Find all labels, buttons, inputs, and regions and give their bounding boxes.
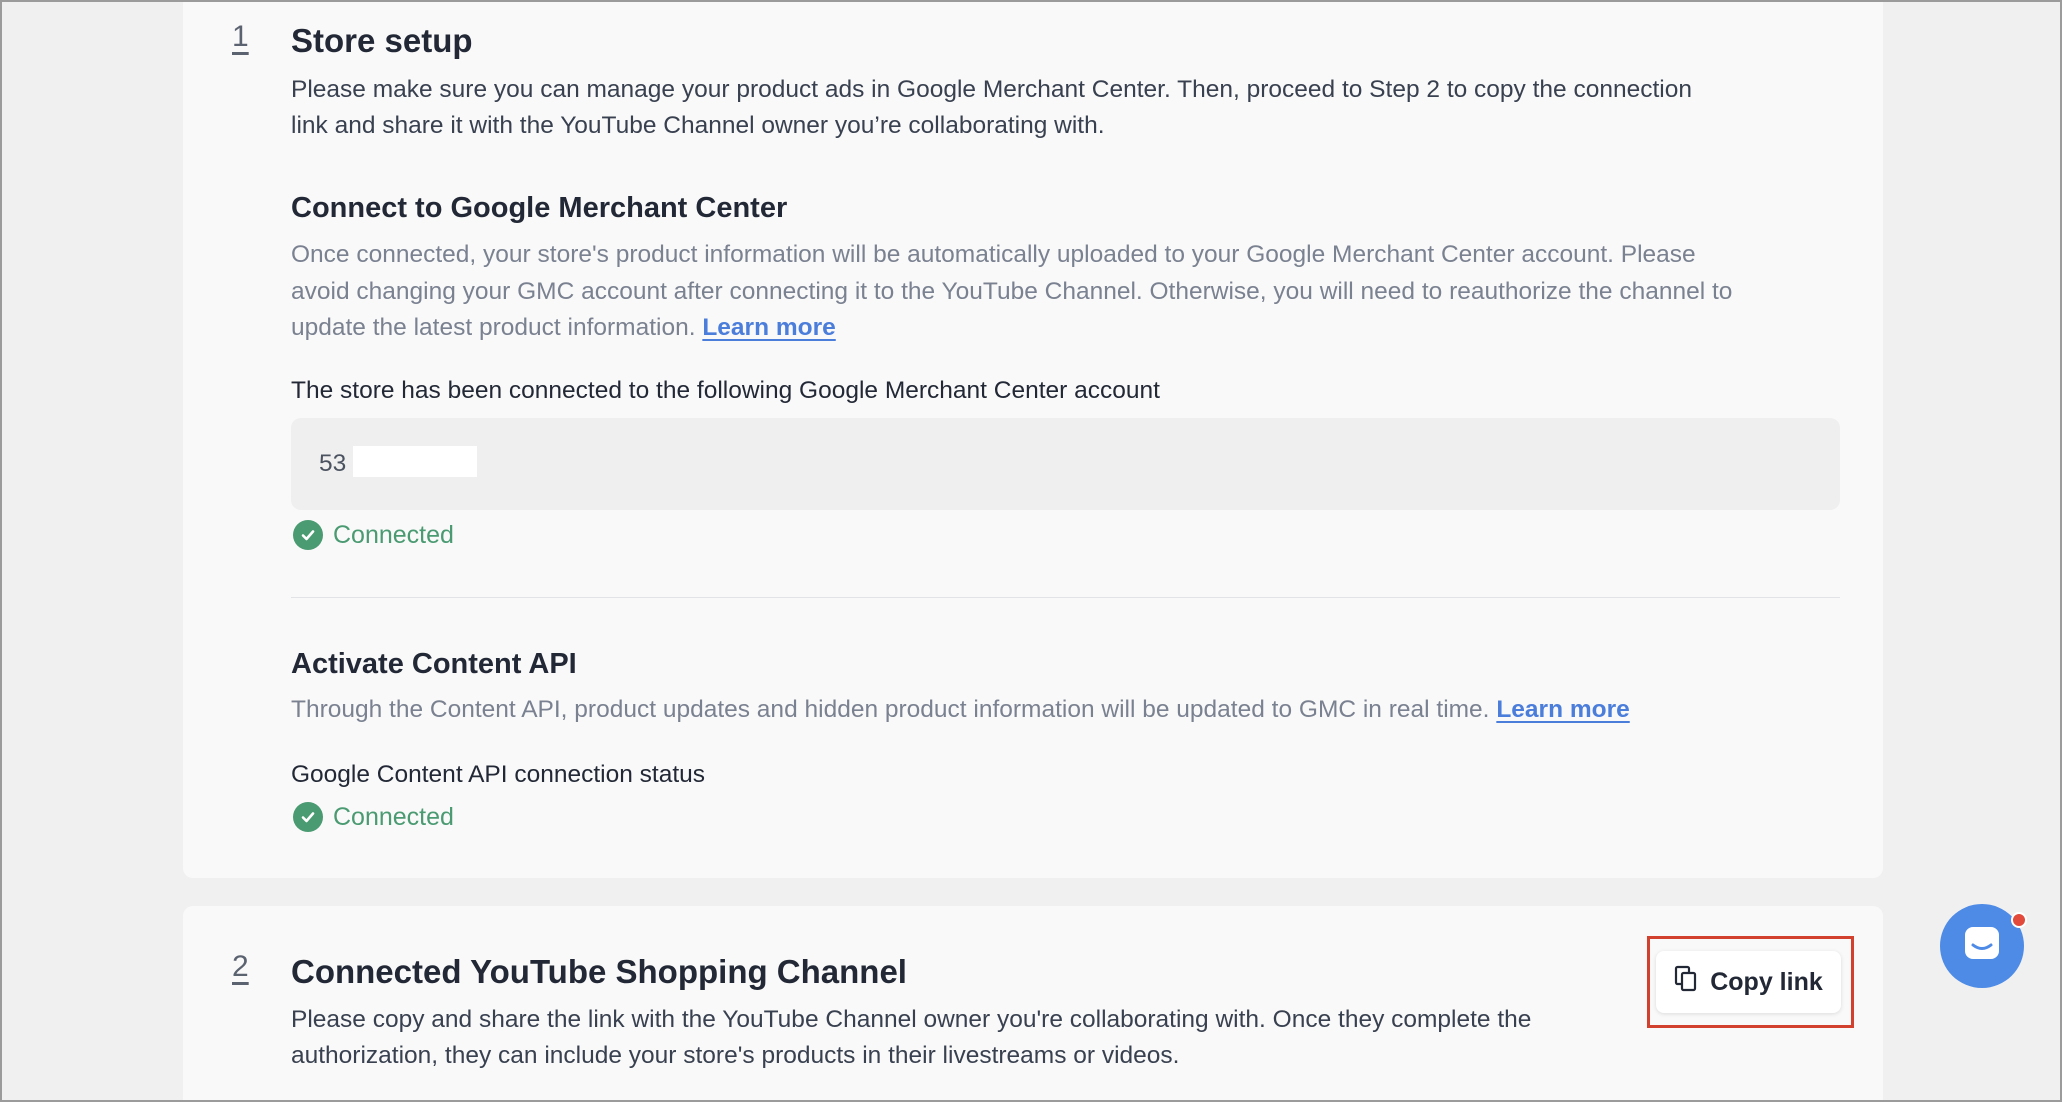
section-divider xyxy=(291,597,1840,598)
copy-link-label: Copy link xyxy=(1710,967,1823,996)
youtube-channel-description-line1: Please copy and share the link with the … xyxy=(291,1006,1532,1033)
gmc-connected-status: Connected xyxy=(293,520,454,550)
check-circle-icon xyxy=(293,802,323,832)
store-setup-description-line2: link and share it with the YouTube Chann… xyxy=(291,112,1105,139)
content-api-status-label: Google Content API connection status xyxy=(291,761,706,788)
gmc-description-line2: avoid changing your GMC account after co… xyxy=(291,278,1733,305)
content-api-description-text: Through the Content API, product updates… xyxy=(291,696,1490,723)
step-number-1: 1 xyxy=(232,20,249,53)
gmc-account-value: 53 xyxy=(319,450,347,477)
store-setup-title: Store setup xyxy=(291,22,473,59)
check-circle-icon xyxy=(293,520,323,550)
notification-dot xyxy=(2011,912,2027,928)
content-api-learn-more-link[interactable]: Learn more xyxy=(1496,696,1629,723)
gmc-account-label: The store has been connected to the foll… xyxy=(291,377,1160,404)
content-api-description: Through the Content API, product updates… xyxy=(291,691,1630,728)
step-number-2: 2 xyxy=(232,950,249,983)
gmc-description-line1: Once connected, your store's product inf… xyxy=(291,241,1696,268)
content-api-title: Activate Content API xyxy=(291,648,577,680)
gmc-account-field xyxy=(291,418,1840,510)
content-api-connected-status: Connected xyxy=(293,802,454,832)
copy-icon xyxy=(1674,965,1698,1000)
gmc-section-title: Connect to Google Merchant Center xyxy=(291,192,788,224)
chat-icon xyxy=(1962,924,2002,969)
store-setup-description-line1: Please make sure you can manage your pro… xyxy=(291,76,1692,103)
copy-link-button[interactable]: Copy link xyxy=(1656,951,1841,1013)
redaction-block xyxy=(353,446,477,477)
gmc-status-text: Connected xyxy=(333,520,454,549)
content-api-status-text: Connected xyxy=(333,802,454,831)
youtube-channel-title: Connected YouTube Shopping Channel xyxy=(291,953,907,990)
gmc-learn-more-link[interactable]: Learn more xyxy=(702,314,835,341)
gmc-description-line3: update the latest product information. L… xyxy=(291,309,836,346)
gmc-description-text: update the latest product information. xyxy=(291,314,696,341)
youtube-channel-description-line2: authorization, they can include your sto… xyxy=(291,1042,1180,1069)
